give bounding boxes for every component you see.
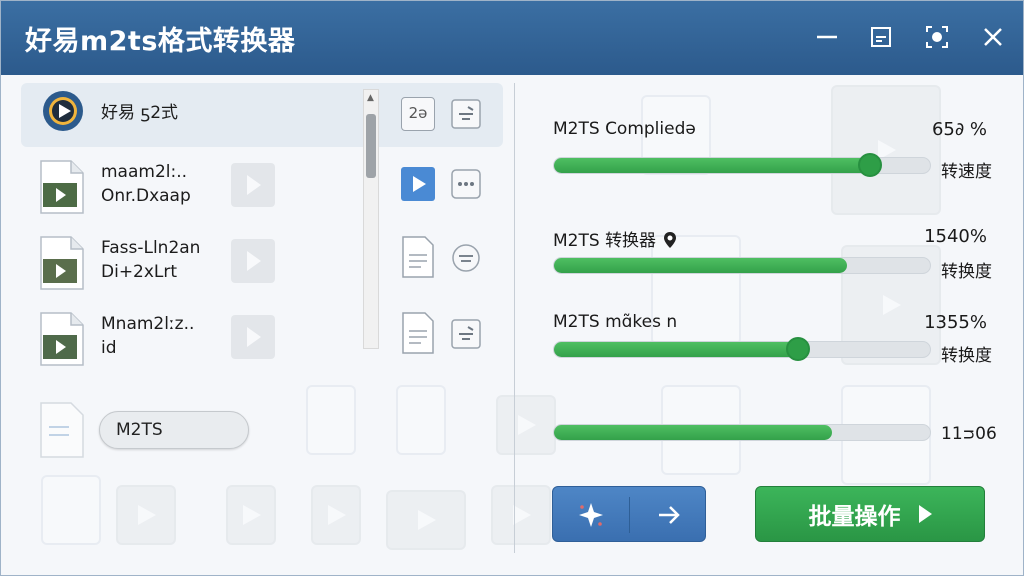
progress-side-label: 转换度 — [941, 346, 992, 366]
progress-percent: 1540% — [924, 226, 987, 247]
progress-track — [553, 337, 931, 361]
video-thumbnail-icon — [231, 315, 275, 359]
progress-label: M2TS Compliedə — [553, 119, 696, 139]
list-item[interactable]: 好易 ƽ2式 2ə — [21, 83, 503, 147]
list-item[interactable]: maam2l:.. Onr.Dxaap — [21, 153, 503, 217]
progress-track — [553, 424, 931, 441]
arrow-right-icon — [659, 506, 680, 524]
scroll-up-icon[interactable]: ▲ — [367, 93, 374, 103]
play-arrow-icon — [918, 505, 932, 523]
progress-label: M2TS 转换器 — [553, 226, 677, 251]
next-button[interactable] — [631, 487, 707, 543]
document-icon[interactable] — [401, 235, 435, 279]
progress-percent: 65∂ % — [931, 119, 987, 140]
file-subtitle: Di+2xLrt — [101, 262, 178, 282]
location-pin-icon — [664, 232, 677, 248]
target-icon — [926, 26, 948, 48]
file-list-scrollbar[interactable]: ▲ — [363, 89, 379, 349]
file-subtitle: id — [101, 338, 117, 358]
settings-button[interactable] — [919, 19, 955, 55]
progress-knob[interactable] — [786, 337, 811, 361]
batch-operation-button[interactable]: 批量操作 — [755, 486, 985, 542]
progress-side-label: 转换度 — [941, 262, 992, 282]
settings-circle-icon[interactable] — [451, 243, 481, 273]
video-file-icon — [40, 236, 84, 290]
progress-track — [553, 153, 931, 177]
close-icon — [984, 28, 1002, 46]
file-list: 好易 ƽ2式 2ə maam2l:.. Onr.Dxaap Fass-Lln2a… — [21, 83, 511, 393]
progress-fill — [554, 342, 799, 357]
file-subtitle: Onr.Dxaap — [101, 186, 191, 206]
batch-operation-label: 批量操作 — [808, 504, 901, 530]
progress-track — [553, 257, 931, 274]
progress-fill — [554, 258, 848, 273]
more-options-icon[interactable] — [451, 169, 481, 199]
window-title: 好易m2ts格式转换器 — [25, 26, 296, 57]
file-name: Mnam2lːz.. — [101, 314, 195, 334]
preview-button[interactable]: 2ə — [401, 97, 435, 131]
video-file-icon — [40, 312, 84, 366]
format-selector[interactable]: M2TS — [99, 411, 249, 449]
progress-percent: 1355% — [924, 312, 987, 333]
minimize-icon — [817, 35, 837, 39]
progress-label: M2TS mɑ̃kes n — [553, 312, 678, 332]
scroll-thumb[interactable] — [366, 114, 376, 178]
video-file-icon — [40, 160, 84, 214]
split-action-button — [552, 486, 706, 542]
file-name: maam2l:.. — [101, 162, 188, 182]
button-separator — [629, 497, 630, 533]
magic-button[interactable] — [553, 487, 629, 543]
app-logo-icon — [43, 91, 83, 131]
progress-fill — [554, 425, 833, 440]
play-icon[interactable] — [401, 167, 435, 201]
restore-button[interactable] — [863, 19, 899, 55]
progress-label-text: M2TS 转换器 — [553, 231, 657, 251]
title-bar: 好易m2ts格式转换器 — [1, 1, 1023, 75]
video-thumbnail-icon — [231, 163, 275, 207]
video-thumbnail-icon — [231, 239, 275, 283]
document-icon[interactable] — [401, 311, 435, 355]
close-button[interactable] — [975, 19, 1011, 55]
progress-side-label: 转速度 — [941, 162, 992, 182]
progress-percent: 11ᴝ06 — [941, 424, 997, 444]
list-item[interactable]: Fass-Lln2an Di+2xLrt — [21, 229, 503, 293]
sparkle-icon — [579, 503, 603, 527]
minimize-button[interactable] — [809, 19, 845, 55]
app-window: 好易m2ts格式转换器 好易 ƽ2式 2ə maam2l:.. Onr.Dxaa… — [0, 0, 1024, 576]
panel-divider — [514, 83, 515, 553]
edit-icon[interactable] — [451, 319, 481, 349]
document-icon — [40, 402, 84, 458]
progress-knob[interactable] — [857, 153, 882, 177]
edit-icon[interactable] — [451, 99, 481, 129]
restore-icon — [871, 27, 891, 47]
progress-fill — [554, 158, 870, 173]
file-name: Fass-Lln2an — [101, 238, 201, 258]
list-item[interactable]: Mnam2lːz.. id — [21, 305, 503, 369]
file-name: 好易 ƽ2式 — [101, 103, 179, 123]
